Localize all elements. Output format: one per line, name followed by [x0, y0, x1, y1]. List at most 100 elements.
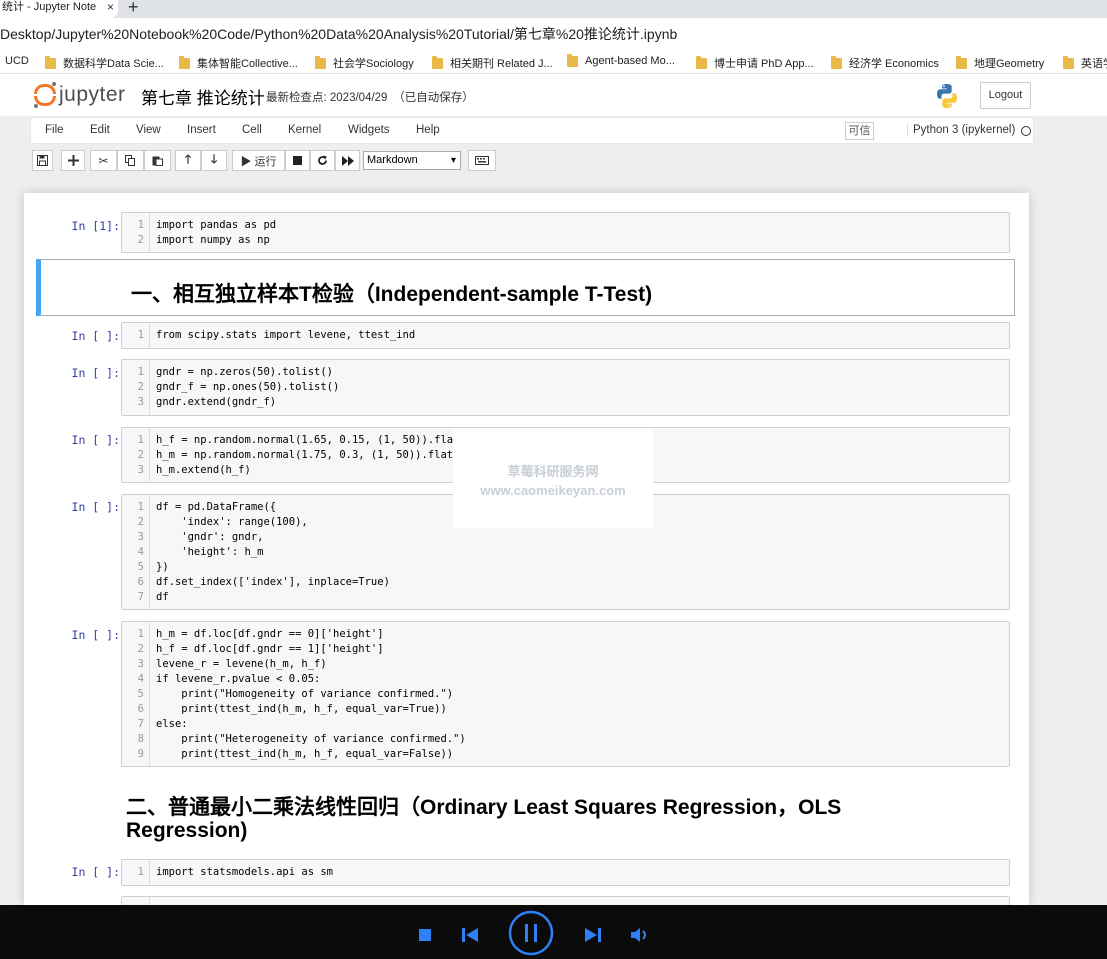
next-icon[interactable]: [585, 928, 601, 942]
code-cell[interactable]: 1 gndr = np.zeros(50).tolist() 2 gndr_f = …: [121, 359, 1010, 416]
scissors-icon: ✂: [98, 153, 109, 168]
bookmark-item[interactable]: 数据科学Data Scie...: [45, 55, 164, 71]
code-line: 'index': range(100),: [156, 516, 308, 528]
jupyter-header: jupyter 第七章 推论统计 最新检查点: 2023/04/29 （已自动保…: [0, 74, 1107, 116]
restart-kernel-button[interactable]: [310, 150, 335, 171]
jupyter-logo-text: jupyter: [59, 83, 126, 106]
code-cell[interactable]: 1 import pandas as pd 2 import numpy as np: [121, 212, 1010, 253]
interrupt-button[interactable]: [285, 150, 310, 171]
markdown-cell-selected[interactable]: 一、相互独立样本T检验（Independent-sample T-Test): [36, 259, 1015, 316]
folder-icon: [432, 55, 443, 69]
code-line: gndr_f = np.ones(50).tolist(): [156, 381, 340, 393]
input-prompt: In [ ]:: [71, 865, 120, 879]
cell-type-select[interactable]: Markdown ▾: [363, 151, 461, 170]
trusted-indicator[interactable]: 可信: [845, 122, 874, 140]
restart-run-all-button[interactable]: [335, 150, 360, 171]
keyboard-icon: [475, 156, 489, 165]
menu-edit[interactable]: Edit: [90, 124, 110, 136]
watermark: 草莓科研服务网 www.caomeikeyan.com: [453, 428, 653, 528]
code-line: h_m.extend(h_f): [156, 464, 251, 476]
bookmarks-bar: UCD 数据科学Data Scie... 集体智能Collective... 社…: [0, 50, 1107, 74]
markdown-cell[interactable]: 二、普通最小二乘法线性回归（Ordinary Least Squares Reg…: [36, 788, 1015, 848]
code-cell[interactable]: 1 import statsmodels.api as sm: [121, 859, 1010, 886]
previous-icon[interactable]: [462, 928, 478, 942]
code-line: h_f = np.random.normal(1.65, 0.15, (1, 5…: [156, 434, 460, 446]
new-tab-button[interactable]: +: [128, 0, 139, 18]
bookmark-item[interactable]: 博士申请 PhD App...: [696, 55, 814, 71]
code-cell[interactable]: 1 from scipy.stats import levene, ttest_i…: [121, 322, 1010, 349]
logout-button[interactable]: Logout: [980, 82, 1031, 109]
jupyter-logo[interactable]: jupyter: [34, 82, 126, 108]
code-line: levene_r = levene(h_m, h_f): [156, 658, 327, 670]
code-line: gndr = np.zeros(50).tolist(): [156, 366, 334, 378]
input-prompt: In [ ]:: [71, 628, 120, 642]
code-line: }): [156, 561, 169, 573]
stop-icon[interactable]: [419, 929, 431, 941]
move-down-button[interactable]: 🡓: [201, 150, 227, 171]
code-line: import statsmodels.api as sm: [156, 866, 334, 878]
folder-icon: [956, 55, 967, 69]
code-line: import numpy as np: [156, 234, 270, 246]
jupyter-logo-icon: [34, 82, 56, 108]
pause-icon[interactable]: [508, 910, 554, 956]
fast-forward-icon: [341, 155, 354, 166]
notebook-toolbar: ✂ 🡑 🡓 ▶ 运行 Markdown ▾: [30, 148, 1034, 174]
code-line: print(ttest_ind(h_m, h_f, equal_var=True…: [156, 703, 447, 715]
code-line: from scipy.stats import levene, ttest_in…: [156, 329, 416, 341]
menu-insert[interactable]: Insert: [187, 124, 216, 136]
folder-icon: [315, 55, 326, 69]
code-line: 'gndr': gndr,: [156, 531, 264, 543]
arrow-up-icon: 🡑: [184, 152, 192, 166]
cut-button[interactable]: ✂: [90, 150, 117, 171]
close-icon[interactable]: ×: [107, 0, 114, 14]
code-line: print(ttest_ind(h_m, h_f, equal_var=Fals…: [156, 748, 454, 760]
browser-tab[interactable]: 统计 - Jupyter Note ×: [0, 0, 118, 18]
stop-icon: [293, 156, 302, 165]
menu-widgets[interactable]: Widgets: [348, 124, 390, 136]
bookmark-item[interactable]: 地理Geometry: [956, 55, 1044, 71]
kernel-idle-icon: [1021, 126, 1031, 136]
notebook-title[interactable]: 第七章 推论统计: [141, 84, 265, 109]
run-button[interactable]: ▶ 运行: [232, 150, 285, 171]
bookmark-item[interactable]: 英语学: [1063, 55, 1107, 71]
volume-icon[interactable]: [631, 928, 651, 942]
insert-cell-button[interactable]: [61, 150, 85, 171]
paste-button[interactable]: [144, 150, 171, 171]
folder-icon: [567, 53, 578, 67]
code-line: df: [156, 591, 169, 603]
menu-view[interactable]: View: [136, 124, 161, 136]
code-cell[interactable]: 1 h_m = df.loc[df.gndr == 0]['height'] 2h…: [121, 621, 1010, 767]
section-heading: 二、普通最小二乘法线性回归（Ordinary Least Squares Reg…: [126, 796, 842, 842]
plus-icon: [67, 155, 79, 166]
copy-button[interactable]: [117, 150, 144, 171]
save-icon: [37, 155, 48, 166]
folder-icon: [45, 55, 56, 69]
move-up-button[interactable]: 🡑: [175, 150, 201, 171]
code-cell[interactable]: [121, 896, 1010, 905]
bookmark-item[interactable]: 集体智能Collective...: [179, 55, 298, 71]
code-line: h_m = np.random.normal(1.75, 0.3, (1, 50…: [156, 449, 460, 461]
bookmark-item[interactable]: 相关期刊 Related J...: [432, 55, 553, 71]
command-palette-button[interactable]: [468, 150, 496, 171]
bookmark-item[interactable]: 经济学 Economics: [831, 55, 939, 71]
menu-cell[interactable]: Cell: [242, 124, 262, 136]
input-prompt: In [ ]:: [71, 433, 120, 447]
menu-kernel[interactable]: Kernel: [288, 124, 321, 136]
media-player-bar: [0, 905, 1107, 959]
code-line: else:: [156, 718, 188, 730]
bookmark-item[interactable]: 社会学Sociology: [315, 55, 414, 71]
paste-icon: [152, 156, 163, 166]
kernel-name[interactable]: Python 3 (ipykernel): [907, 124, 1015, 136]
address-bar[interactable]: Desktop/Jupyter%20Notebook%20Code/Python…: [0, 18, 1107, 50]
input-prompt: In [ ]:: [71, 366, 120, 380]
folder-icon: [1063, 55, 1074, 69]
bookmark-item[interactable]: Agent-based Mo...: [567, 53, 675, 67]
folder-icon: [831, 55, 842, 69]
save-button[interactable]: [32, 150, 53, 171]
menu-file[interactable]: File: [45, 124, 64, 136]
bookmark-item[interactable]: UCD: [5, 55, 29, 67]
menu-help[interactable]: Help: [416, 124, 440, 136]
cell-type-value: Markdown: [367, 154, 418, 166]
checkpoint-status: 最新检查点: 2023/04/29 （已自动保存）: [266, 92, 474, 104]
code-line: import pandas as pd: [156, 219, 277, 231]
